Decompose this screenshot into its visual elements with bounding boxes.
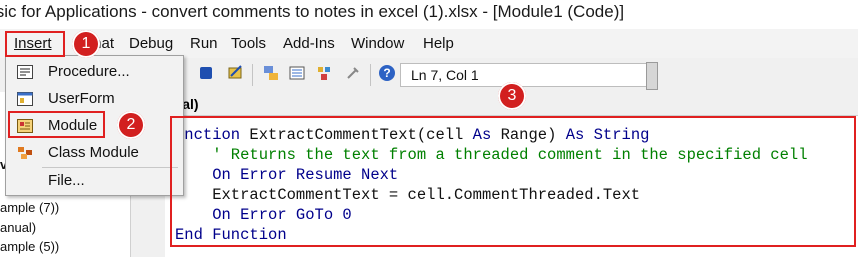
menu-add-ins-label: Add-Ins: [283, 35, 335, 52]
highlight-code-block: [170, 116, 856, 247]
menu-item-userform[interactable]: UserForm: [6, 86, 181, 113]
cursor-position-text: Ln 7, Col 1: [411, 67, 479, 83]
menu-item-label: Class Module: [48, 144, 139, 161]
tree-item-label: anual): [0, 220, 37, 235]
menu-run-label: Run: [190, 35, 218, 52]
properties-window-icon[interactable]: [288, 64, 305, 80]
menu-item-procedure[interactable]: Procedure...: [6, 59, 181, 86]
menu-item-class-module[interactable]: Class Module: [6, 140, 181, 167]
step-badge-1-label: 1: [81, 35, 91, 52]
menu-run[interactable]: Run: [190, 35, 218, 52]
step-badge-2-label: 2: [126, 116, 136, 133]
step-badge-3-label: 3: [507, 87, 517, 104]
menu-item-file[interactable]: File...: [6, 168, 181, 195]
menu-help-label: Help: [423, 35, 454, 52]
title-bar: isic for Applications - convert comments…: [0, 0, 858, 29]
help-icon[interactable]: ?: [378, 64, 396, 82]
menu-item-label: UserForm: [48, 90, 115, 107]
menu-help[interactable]: Help: [423, 35, 454, 52]
svg-text:?: ?: [383, 66, 390, 80]
project-explorer-icon[interactable]: [262, 64, 278, 80]
toolbox-icon[interactable]: [344, 64, 360, 80]
menu-window-label: Window: [351, 35, 405, 52]
step-badge-1: 1: [72, 30, 100, 58]
window-title: isic for Applications - convert comments…: [0, 2, 625, 21]
design-mode-icon[interactable]: [227, 64, 243, 80]
highlight-insert-menu: [5, 31, 65, 57]
class-module-icon: [17, 146, 33, 160]
toolbar-separator-2: [370, 64, 371, 86]
menu-item-label: File...: [48, 172, 85, 189]
menu-tools[interactable]: Tools: [231, 35, 266, 52]
tree-item[interactable]: anual): [0, 220, 36, 235]
tree-item[interactable]: ample (7)): [0, 200, 59, 215]
tree-item[interactable]: ample (5)): [0, 239, 59, 254]
menu-item-label: Procedure...: [48, 63, 130, 80]
step-badge-3: 3: [498, 82, 526, 110]
userform-icon: [17, 92, 33, 106]
procedure-icon: [17, 65, 33, 79]
menu-window[interactable]: Window: [351, 35, 404, 52]
menu-debug[interactable]: Debug: [129, 35, 173, 52]
menu-tools-label: Tools: [231, 35, 267, 52]
menu-debug-label: Debug: [129, 35, 174, 52]
cursor-position-readout: Ln 7, Col 1: [400, 63, 656, 87]
highlight-module-item: [8, 111, 105, 138]
menu-add-ins[interactable]: Add-Ins: [283, 35, 335, 52]
step-badge-2: 2: [117, 111, 145, 139]
tree-item-label: ample (5)): [0, 239, 60, 254]
object-browser-icon[interactable]: [316, 64, 332, 80]
toolbar-separator: [252, 64, 253, 86]
reset-icon[interactable]: [200, 67, 212, 79]
tree-item-label: ample (7)): [0, 200, 60, 215]
toolbar-overflow-button[interactable]: [646, 62, 658, 90]
